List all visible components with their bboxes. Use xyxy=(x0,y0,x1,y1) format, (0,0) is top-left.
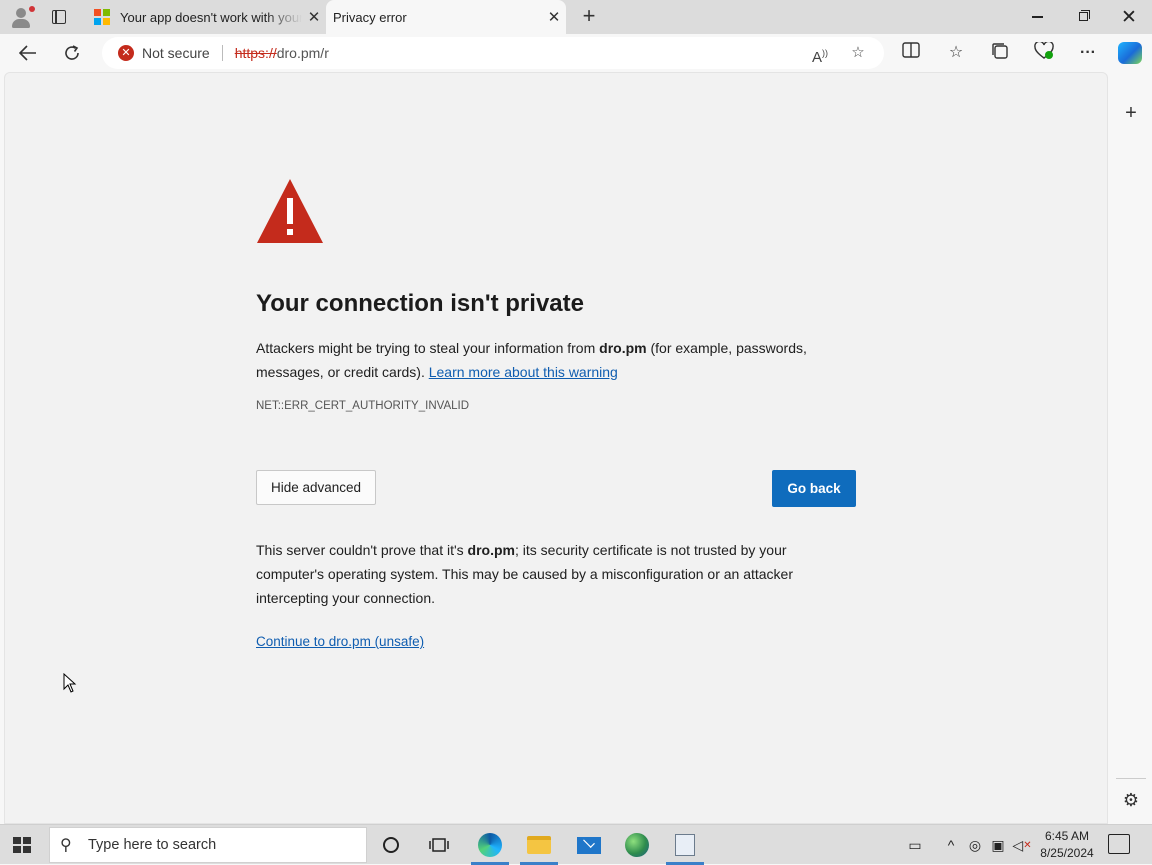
taskbar-mail[interactable] xyxy=(566,825,612,865)
close-window-button[interactable]: ✕ xyxy=(1106,0,1152,34)
divider xyxy=(1116,778,1146,779)
search-icon: ⚲ xyxy=(60,837,72,854)
close-tab-icon[interactable]: ✕ xyxy=(542,8,566,26)
cortana-button[interactable] xyxy=(368,825,414,865)
learn-more-link[interactable]: Learn more about this warning xyxy=(429,364,618,380)
back-icon[interactable] xyxy=(14,40,42,66)
error-code: NET::ERR_CERT_AUTHORITY_INVALID xyxy=(256,400,470,412)
globe-icon xyxy=(625,833,649,857)
continue-unsafe-link[interactable]: Continue to dro.pm (unsafe) xyxy=(256,634,424,649)
title-bar: Your app doesn't work with your ✕ Privac… xyxy=(0,0,1152,34)
more-icon[interactable]: ··· xyxy=(1076,42,1100,64)
tab-title: Privacy error xyxy=(333,9,407,25)
divider xyxy=(221,45,223,61)
restore-button[interactable] xyxy=(1060,0,1106,34)
split-screen-icon[interactable] xyxy=(899,42,923,64)
meet-now-icon[interactable]: ◎ xyxy=(966,825,984,865)
search-placeholder: Type here to search xyxy=(88,837,217,853)
clock-time: 6:45 AM xyxy=(1044,829,1090,843)
tab-title: Your app doesn't work with your xyxy=(120,9,302,25)
browser-essentials-icon[interactable] xyxy=(1032,40,1056,64)
not-secure-icon[interactable]: ✕ xyxy=(118,45,134,61)
edge-icon xyxy=(478,833,502,857)
notepad-icon xyxy=(675,834,695,856)
close-tab-icon[interactable]: ✕ xyxy=(302,8,326,26)
microsoft-logo-icon xyxy=(94,9,110,25)
minimize-button[interactable] xyxy=(1014,0,1060,34)
taskbar-file-explorer[interactable] xyxy=(516,825,562,865)
tab-actions-icon[interactable] xyxy=(50,8,68,26)
security-label[interactable]: Not secure xyxy=(142,45,210,61)
copilot-icon[interactable] xyxy=(1118,42,1142,64)
task-view-icon xyxy=(429,838,449,852)
task-view-button[interactable] xyxy=(416,825,462,865)
page-title: Your connection isn't private xyxy=(256,290,584,317)
mail-icon xyxy=(577,836,601,854)
mouse-cursor-icon xyxy=(63,673,77,693)
advanced-description: This server couldn't prove that it's dro… xyxy=(256,542,794,606)
domain-name: dro.pm xyxy=(467,542,515,558)
settings-gear-icon[interactable]: ⚙ xyxy=(1119,790,1143,811)
new-tab-icon[interactable]: + xyxy=(578,4,600,28)
taskbar-notepad[interactable] xyxy=(662,825,708,865)
warning-icon xyxy=(257,179,323,243)
favorite-icon[interactable]: ☆ xyxy=(848,43,868,63)
taskbar-edge[interactable] xyxy=(467,825,513,865)
warning-description: Attackers might be trying to steal your … xyxy=(256,340,807,380)
chevron-up-icon[interactable]: ^ xyxy=(942,825,960,865)
favorites-icon[interactable]: ☆ xyxy=(944,42,968,64)
folder-icon xyxy=(527,836,551,854)
taskbar: ⚲ Type here to search ▭ ^ ◎ ▣ ◁ ✕ 6:45 AM… xyxy=(0,824,1152,865)
edge-sidebar: + ⚙ xyxy=(1110,72,1152,824)
volume-muted-icon[interactable]: ◁ ✕ xyxy=(1012,825,1032,865)
clock-date: 8/25/2024 xyxy=(1040,846,1094,860)
go-back-button[interactable]: Go back xyxy=(772,470,856,507)
cortana-icon xyxy=(383,837,399,853)
collections-icon[interactable] xyxy=(988,42,1012,64)
keyboard-icon[interactable]: ▭ xyxy=(902,825,928,865)
network-icon[interactable]: ▣ xyxy=(988,825,1008,865)
taskbar-search-box[interactable]: ⚲ Type here to search xyxy=(49,827,367,863)
add-sidebar-icon[interactable]: + xyxy=(1119,102,1143,125)
url-text[interactable]: https://dro.pm/r xyxy=(235,45,329,61)
taskbar-globe-app[interactable] xyxy=(614,825,660,865)
domain-name: dro.pm xyxy=(599,340,647,356)
read-aloud-icon[interactable]: A)) xyxy=(810,43,830,66)
page-content xyxy=(4,72,1108,824)
profile-icon[interactable] xyxy=(8,5,35,29)
address-bar[interactable]: ✕ Not secure https://dro.pm/r A)) ☆ xyxy=(102,37,884,69)
tab-your-app[interactable]: Your app doesn't work with your ✕ xyxy=(88,0,326,34)
refresh-icon[interactable] xyxy=(58,40,86,66)
hide-advanced-button[interactable]: Hide advanced xyxy=(256,470,376,505)
windows-start-icon[interactable] xyxy=(13,837,31,853)
system-clock[interactable]: 6:45 AM 8/25/2024 xyxy=(1036,828,1098,862)
tab-privacy-error[interactable]: Privacy error ✕ xyxy=(326,0,566,34)
browser-toolbar: ✕ Not secure https://dro.pm/r A)) ☆ ☆ ··… xyxy=(0,34,1152,72)
notification-icon[interactable] xyxy=(1108,834,1130,854)
